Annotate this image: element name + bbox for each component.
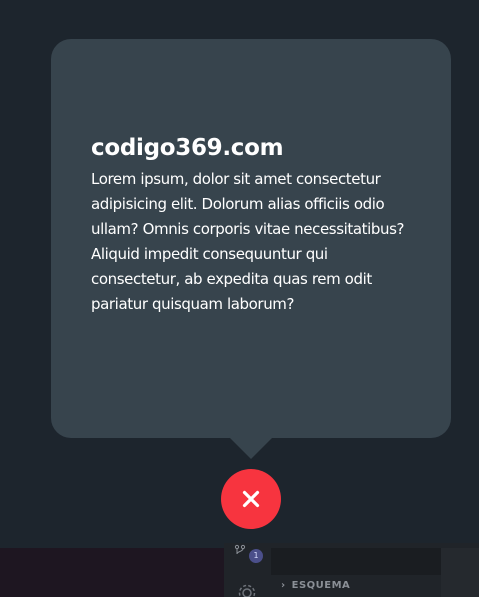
- gear-icon[interactable]: [236, 582, 258, 597]
- background-commit-input[interactable]: [271, 548, 441, 575]
- background-editor-area: [0, 548, 224, 597]
- background-side-strip: [441, 548, 479, 597]
- tooltip-body: Lorem ipsum, dolor sit amet consectetur …: [91, 170, 405, 313]
- outline-section-header[interactable]: › ESQUEMA: [281, 580, 350, 591]
- tooltip-card: codigo369.com Lorem ipsum, dolor sit ame…: [51, 39, 451, 438]
- close-icon: [242, 490, 260, 508]
- tooltip-arrow: [229, 437, 273, 459]
- tooltip-title: codigo369.com: [91, 135, 284, 161]
- close-button[interactable]: [221, 469, 281, 529]
- chevron-right-icon: ›: [281, 580, 286, 591]
- page: 1 › ESQUEMA codigo369.com Lorem ipsum, do…: [0, 0, 479, 597]
- source-control-icon[interactable]: [234, 544, 246, 556]
- notification-badge: 1: [249, 549, 263, 563]
- outline-section-label: ESQUEMA: [291, 580, 351, 591]
